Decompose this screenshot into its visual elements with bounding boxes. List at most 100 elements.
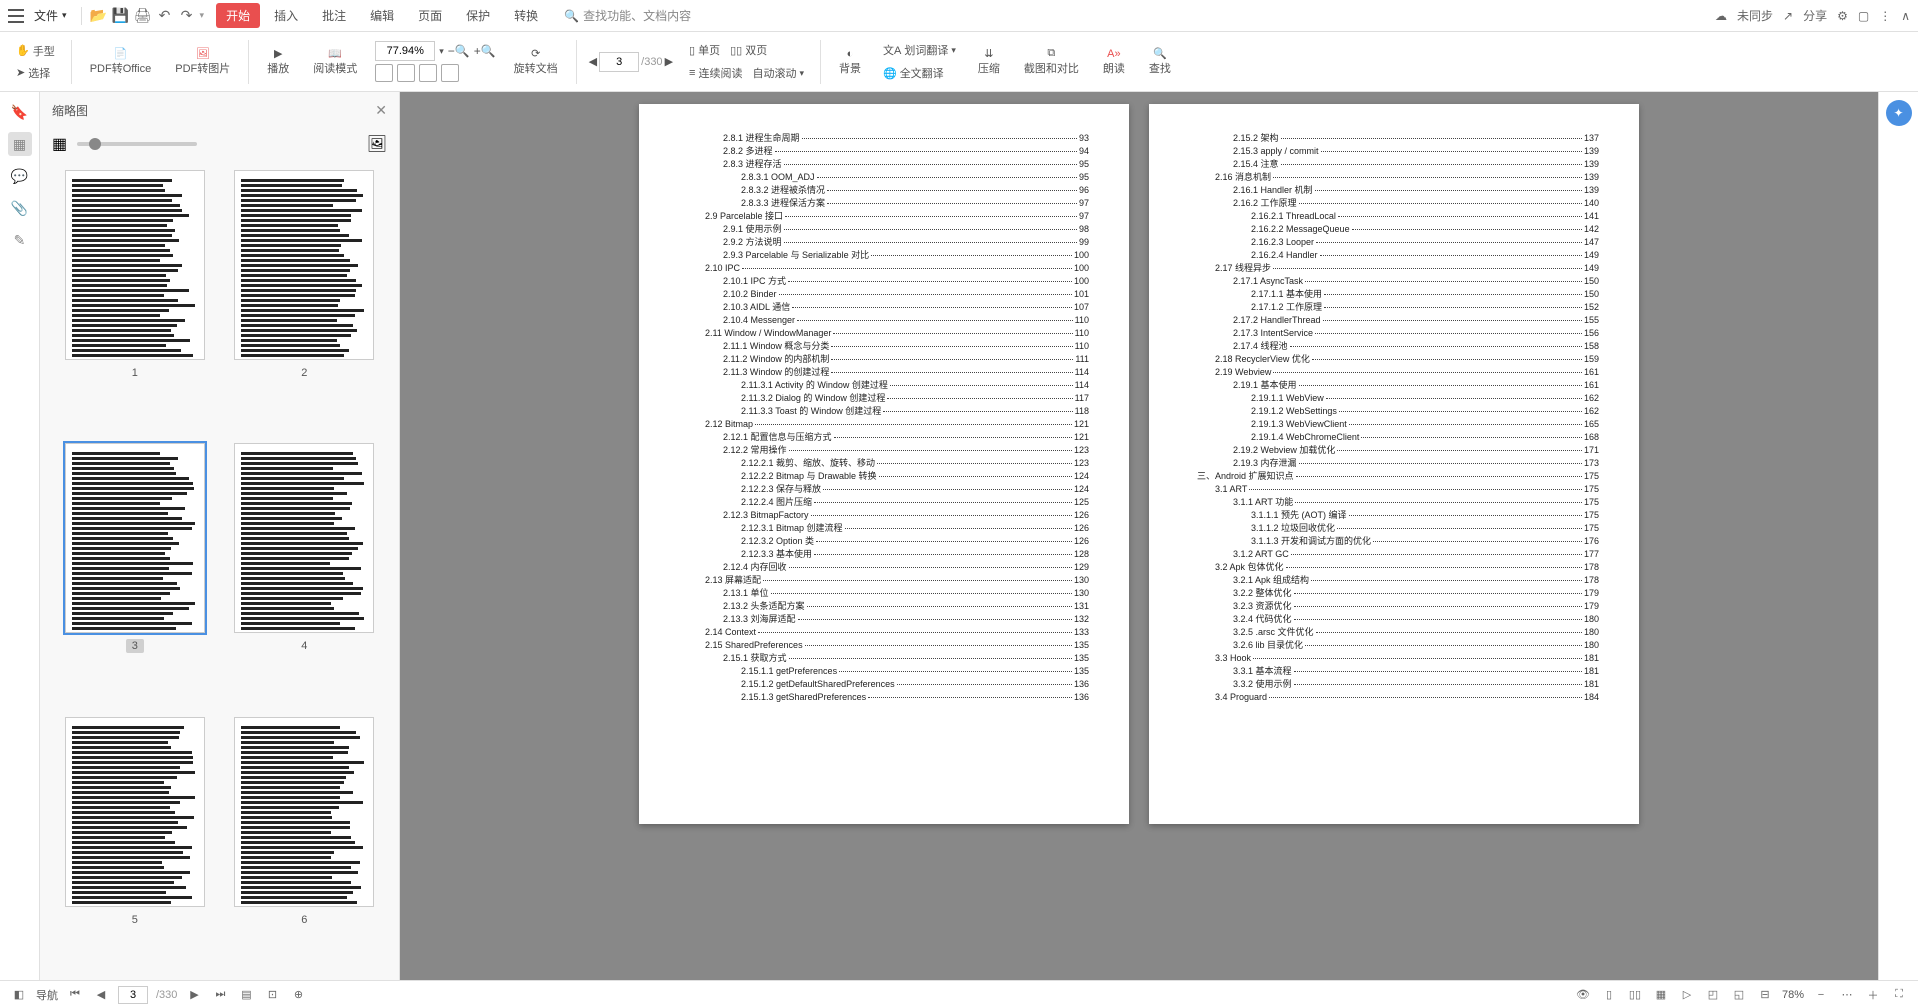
view3-icon[interactable]: ▦ xyxy=(1652,986,1670,1004)
toc-entry[interactable]: 2.15.2 架构137 xyxy=(1197,132,1599,145)
toc-entry[interactable]: 3.3.2 使用示例181 xyxy=(1197,678,1599,691)
zoom-dropdown-icon[interactable]: ⋯ xyxy=(1838,986,1856,1004)
toc-entry[interactable]: 2.16 消息机制139 xyxy=(1197,171,1599,184)
toc-entry[interactable]: 3.1.1.2 垃圾回收优化175 xyxy=(1197,522,1599,535)
nav-label[interactable]: 导航 xyxy=(36,987,58,1003)
toc-entry[interactable]: 3.2.4 代码优化180 xyxy=(1197,613,1599,626)
comment-icon[interactable]: 💬 xyxy=(8,164,32,188)
add-icon[interactable]: ⊕ xyxy=(289,986,307,1004)
double-page[interactable]: ▯▯双页 xyxy=(726,40,771,60)
toc-entry[interactable]: 2.15.3 apply / commit139 xyxy=(1197,145,1599,158)
toc-entry[interactable]: 2.12.3.3 基本使用128 xyxy=(687,548,1089,561)
thumbnail-page-3[interactable] xyxy=(65,443,205,633)
layout1-icon[interactable]: ◰ xyxy=(1704,986,1722,1004)
grid-icon[interactable]: ▦ xyxy=(52,134,67,154)
share-label[interactable]: 分享 xyxy=(1803,7,1827,24)
layout3-icon[interactable]: ⊟ xyxy=(1756,986,1774,1004)
toc-entry[interactable]: 2.9.3 Parcelable 与 Serializable 对比100 xyxy=(687,249,1089,262)
toc-entry[interactable]: 3.2.6 lib 目录优化180 xyxy=(1197,639,1599,652)
window-icon[interactable]: ▢ xyxy=(1858,9,1869,23)
toc-entry[interactable]: 2.17.4 线程池158 xyxy=(1197,340,1599,353)
toc-entry[interactable]: 2.12.2.2 Bitmap 与 Drawable 转换124 xyxy=(687,470,1089,483)
rotate-button[interactable]: ⟳旋转文档 xyxy=(508,45,564,78)
toc-entry[interactable]: 2.16.1 Handler 机制139 xyxy=(1197,184,1599,197)
toc-entry[interactable]: 2.13 屏幕适配130 xyxy=(687,574,1089,587)
toc-entry[interactable]: 2.12.3 BitmapFactory126 xyxy=(687,509,1089,522)
print-icon[interactable]: 🖨 xyxy=(134,7,152,25)
toc-entry[interactable]: 2.15 SharedPreferences135 xyxy=(687,639,1089,652)
dropdown-icon[interactable]: ▾ xyxy=(200,10,205,21)
toc-entry[interactable]: 2.16.2.4 Handler149 xyxy=(1197,249,1599,262)
toc-entry[interactable]: 2.8.3.2 进程被杀情况96 xyxy=(687,184,1089,197)
nav-menu-icon[interactable]: ▤ xyxy=(237,986,255,1004)
background-button[interactable]: ◐背景 xyxy=(833,46,867,78)
status-page-input[interactable] xyxy=(118,986,148,1004)
toc-entry[interactable]: 2.13.1 单位130 xyxy=(687,587,1089,600)
thumbnails-icon[interactable]: ▦ xyxy=(8,132,32,156)
tab-page[interactable]: 页面 xyxy=(408,3,452,28)
toc-entry[interactable]: 2.16.2.1 ThreadLocal141 xyxy=(1197,210,1599,223)
dropdown-icon[interactable]: ▾ xyxy=(439,46,444,57)
thumbnail-page-5[interactable] xyxy=(65,717,205,907)
thumbnail-page-6[interactable] xyxy=(234,717,374,907)
toc-entry[interactable]: 2.19.3 内存泄漏173 xyxy=(1197,457,1599,470)
actual-size-icon[interactable] xyxy=(419,64,437,82)
toc-entry[interactable]: 2.11.2 Window 的内部机制111 xyxy=(687,353,1089,366)
pdf-to-image[interactable]: 🖼PDF转图片 xyxy=(169,45,236,78)
toc-entry[interactable]: 2.8.3.3 进程保活方案97 xyxy=(687,197,1089,210)
tab-protect[interactable]: 保护 xyxy=(456,3,500,28)
tab-insert[interactable]: 插入 xyxy=(264,3,308,28)
toc-entry[interactable]: 3.1.1.3 开发和调试方面的优化176 xyxy=(1197,535,1599,548)
toc-entry[interactable]: 2.17.1 AsyncTask150 xyxy=(1197,275,1599,288)
toc-entry[interactable]: 2.16.2.3 Looper147 xyxy=(1197,236,1599,249)
compress-button[interactable]: ⇊压缩 xyxy=(972,45,1006,78)
more-icon[interactable]: ⋮ xyxy=(1879,9,1891,23)
fit-page-icon[interactable] xyxy=(397,64,415,82)
share-icon[interactable]: ↗ xyxy=(1783,9,1793,23)
menu-icon[interactable] xyxy=(8,9,24,23)
toc-entry[interactable]: 2.17 线程异步149 xyxy=(1197,262,1599,275)
toc-entry[interactable]: 3.2 Apk 包体优化178 xyxy=(1197,561,1599,574)
toc-entry[interactable]: 2.12.1 配置信息与压缩方式121 xyxy=(687,431,1089,444)
toc-entry[interactable]: 2.12.2.1 裁剪、缩放、旋转、移动123 xyxy=(687,457,1089,470)
view2-icon[interactable]: ▯▯ xyxy=(1626,986,1644,1004)
toc-entry[interactable]: 2.14 Context133 xyxy=(687,626,1089,639)
toc-entry[interactable]: 3.2.3 资源优化179 xyxy=(1197,600,1599,613)
toc-entry[interactable]: 2.12 Bitmap121 xyxy=(687,418,1089,431)
collapse-icon[interactable]: ∧ xyxy=(1901,9,1910,23)
read-mode[interactable]: 📖阅读模式 xyxy=(307,45,363,78)
toc-entry[interactable]: 2.13.2 头条适配方案131 xyxy=(687,600,1089,613)
toc-entry[interactable]: 2.8.2 多进程94 xyxy=(687,145,1089,158)
toc-entry[interactable]: 2.10.1 IPC 方式100 xyxy=(687,275,1089,288)
undo-icon[interactable]: ↶ xyxy=(156,7,174,25)
page-next-icon[interactable]: ▶ xyxy=(665,55,673,68)
toc-entry[interactable]: 2.11.3.1 Activity 的 Window 创建过程114 xyxy=(687,379,1089,392)
bookmark-icon[interactable]: 🔖 xyxy=(8,100,32,124)
tab-edit[interactable]: 编辑 xyxy=(360,3,404,28)
toc-entry[interactable]: 3.2.1 Apk 组成结构178 xyxy=(1197,574,1599,587)
toc-entry[interactable]: 2.12.2.4 图片压缩125 xyxy=(687,496,1089,509)
zoom-input[interactable] xyxy=(375,41,435,61)
toc-entry[interactable]: 2.12.4 内存回收129 xyxy=(687,561,1089,574)
toc-entry[interactable]: 2.18 RecyclerView 优化159 xyxy=(1197,353,1599,366)
full-translate[interactable]: 🌐全文翻译 xyxy=(879,63,960,83)
tab-convert[interactable]: 转换 xyxy=(504,3,548,28)
auto-scroll[interactable]: 自动滚动▾ xyxy=(748,63,808,83)
toc-entry[interactable]: 2.19.1 基本使用161 xyxy=(1197,379,1599,392)
toc-entry[interactable]: 2.19.1.3 WebViewClient165 xyxy=(1197,418,1599,431)
pdf-to-office[interactable]: 📄PDF转Office xyxy=(84,45,158,78)
toc-entry[interactable]: 2.8.3.1 OOM_ADJ95 xyxy=(687,171,1089,184)
toc-entry[interactable]: 2.19.1.4 WebChromeClient168 xyxy=(1197,431,1599,444)
toc-entry[interactable]: 2.12.2.3 保存与释放124 xyxy=(687,483,1089,496)
open-icon[interactable]: 📂 xyxy=(90,7,108,25)
fit-height-icon[interactable] xyxy=(441,64,459,82)
play-icon[interactable]: ▷ xyxy=(1678,986,1696,1004)
redo-icon[interactable]: ↷ xyxy=(178,7,196,25)
first-page-icon[interactable]: ⏮ xyxy=(66,986,84,1004)
toc-entry[interactable]: 3.1.2 ART GC177 xyxy=(1197,548,1599,561)
document-view[interactable]: 2.8.1 进程生命周期932.8.2 多进程942.8.3 进程存活952.8… xyxy=(400,92,1878,980)
toc-entry[interactable]: 2.11.3 Window 的创建过程114 xyxy=(687,366,1089,379)
continuous[interactable]: ≡连续阅读 xyxy=(685,63,746,83)
find-button[interactable]: 🔍查找 xyxy=(1143,45,1177,78)
fit-icon[interactable]: ⊡ xyxy=(263,986,281,1004)
